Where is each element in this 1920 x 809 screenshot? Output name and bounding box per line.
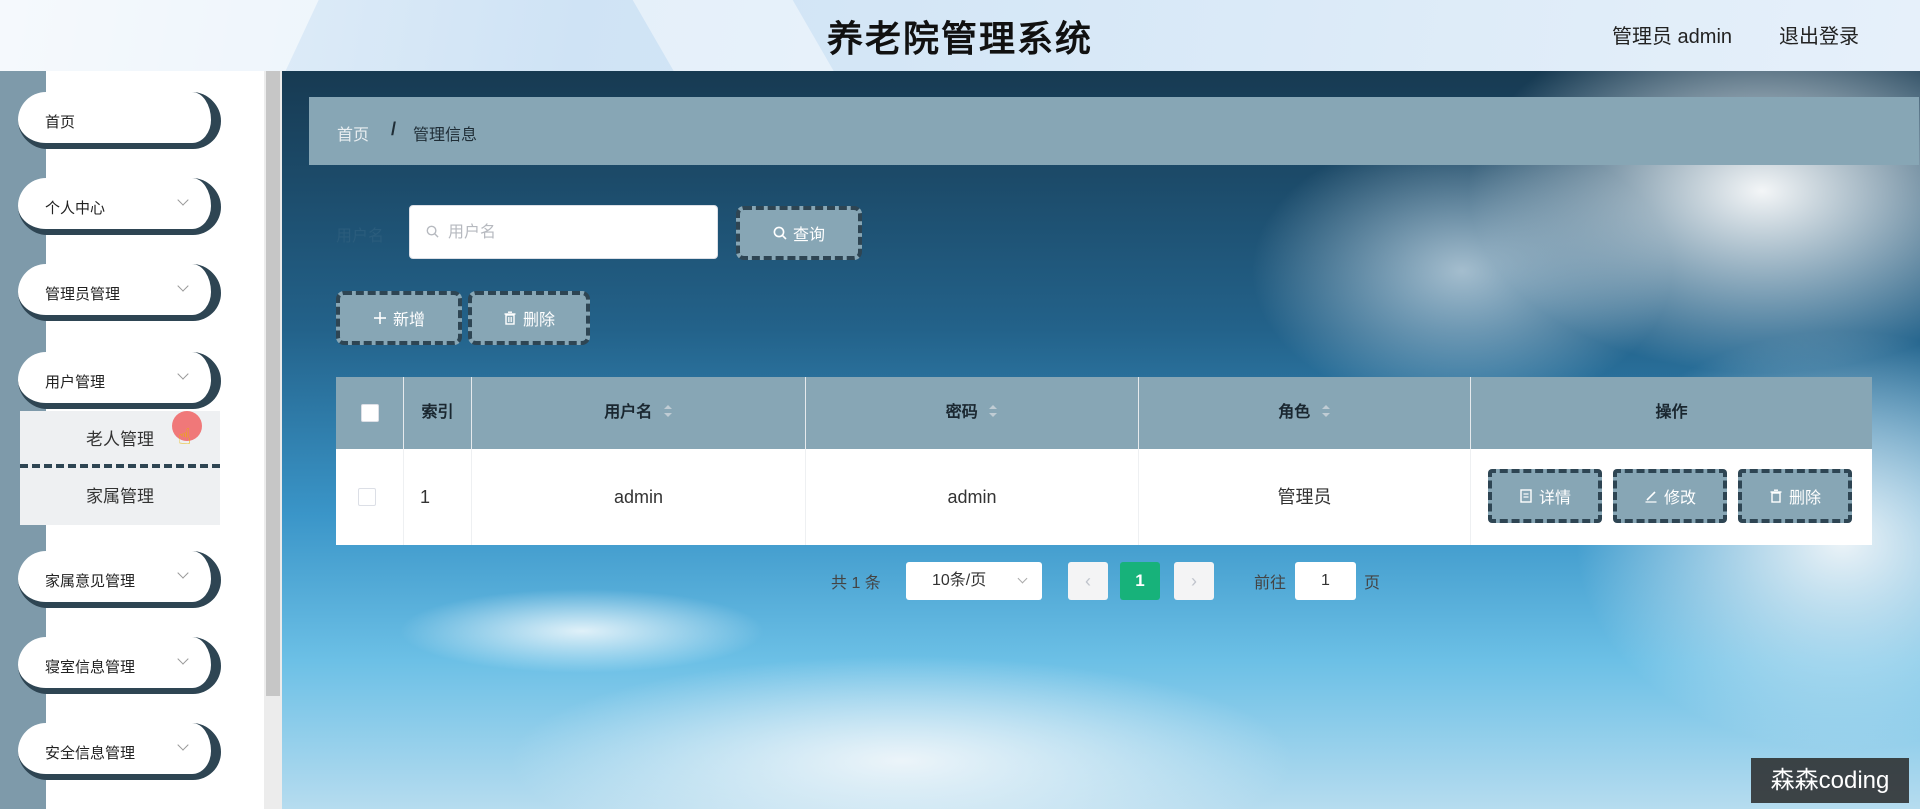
sidebar-item-label: 管理员管理 (45, 286, 121, 303)
pencil-icon (1645, 491, 1657, 503)
chevron-left-icon: ‹ (1085, 571, 1091, 591)
breadcrumb-current: 管理信息 (413, 127, 478, 144)
cell-index: 1 (404, 449, 472, 545)
sidebar-item-label: 寝室信息管理 (45, 659, 136, 676)
chevron-right-icon: › (1191, 571, 1197, 591)
main-content: 首页 / 管理信息 用户名 查询 新增 删除 (282, 71, 1920, 809)
sort-icon (989, 404, 998, 417)
document-icon (1520, 489, 1532, 503)
sidebar: 首页 个人中心 管理员管理 用户管理 老人管理 家属管理 家属意见管理 寝室信息… (0, 71, 264, 809)
column-header-password[interactable]: 密码 (806, 377, 1139, 449)
search-icon (773, 226, 787, 240)
delete-button-label: 删除 (522, 312, 555, 329)
cell-username: admin (472, 449, 806, 545)
chevron-down-icon (178, 194, 190, 206)
column-header-label: 角色 (1278, 404, 1311, 421)
submenu-item-family[interactable]: 家属管理 (20, 468, 220, 525)
prev-page-button[interactable]: ‹ (1068, 562, 1108, 600)
sidebar-item-admin[interactable]: 管理员管理 (18, 264, 220, 320)
query-button-label: 查询 (792, 227, 825, 244)
detail-button[interactable]: 详情 (1488, 469, 1602, 523)
pagination-total: 共 1 条 (831, 575, 881, 592)
cell-role: 管理员 (1139, 449, 1471, 545)
page-size-select[interactable]: 10条/页 (906, 562, 1042, 600)
sidebar-item-safety[interactable]: 安全信息管理 (18, 723, 220, 779)
watermark: 森森coding (1751, 758, 1909, 803)
chevron-down-icon (1017, 573, 1028, 584)
row-checkbox[interactable] (358, 488, 376, 506)
sidebar-item-label: 首页 (45, 114, 76, 131)
search-icon (426, 225, 439, 238)
sort-icon (663, 404, 672, 417)
column-header-role[interactable]: 角色 (1139, 377, 1471, 449)
breadcrumb: 首页 / 管理信息 (309, 97, 1919, 165)
goto-page-input[interactable]: 1 (1295, 562, 1356, 600)
chevron-down-icon (178, 653, 190, 665)
search-label: 用户名 (336, 228, 385, 245)
goto-label: 前往 (1254, 575, 1287, 592)
column-header-label: 用户名 (604, 404, 653, 421)
select-all-cell (336, 377, 404, 449)
detail-button-label: 详情 (1538, 490, 1571, 507)
chevron-down-icon (178, 567, 190, 579)
add-button[interactable]: 新增 (336, 291, 462, 345)
row-delete-button[interactable]: 删除 (1738, 469, 1852, 523)
sidebar-scrollbar[interactable] (264, 71, 282, 809)
row-select-cell (336, 449, 404, 545)
sidebar-item-label: 用户管理 (45, 374, 106, 391)
sidebar-item-feedback[interactable]: 家属意见管理 (18, 551, 220, 607)
cell-password: admin (806, 449, 1139, 545)
scrollbar-thumb[interactable] (266, 71, 280, 696)
trash-icon (504, 311, 516, 325)
edit-button[interactable]: 修改 (1613, 469, 1727, 523)
add-button-label: 新增 (392, 312, 425, 329)
chevron-down-icon (178, 368, 190, 380)
row-delete-button-label: 删除 (1788, 490, 1821, 507)
batch-delete-button[interactable]: 删除 (468, 291, 590, 345)
edit-button-label: 修改 (1663, 490, 1696, 507)
column-header-label: 密码 (945, 404, 978, 421)
logout-link[interactable]: 退出登录 (1779, 20, 1859, 49)
sidebar-item-label: 安全信息管理 (45, 745, 136, 762)
plus-icon (373, 312, 386, 324)
hand-cursor-icon: ☝ (178, 424, 192, 449)
sort-icon (1321, 404, 1330, 417)
chevron-down-icon (178, 739, 190, 751)
goto-page-suffix: 页 (1364, 575, 1381, 592)
page-size-value: 10条/页 (932, 572, 987, 589)
sidebar-item-profile[interactable]: 个人中心 (18, 178, 220, 234)
top-header: 养老院管理系统 管理员 admin 退出登录 (0, 0, 1920, 71)
data-table: 索引 用户名 密码 角色 操作 1 admin admin 管理员 详情 修改 … (336, 377, 1872, 545)
breadcrumb-home[interactable]: 首页 (337, 121, 369, 145)
next-page-button[interactable]: › (1174, 562, 1214, 600)
breadcrumb-separator: / (391, 119, 397, 139)
column-header-index: 索引 (404, 377, 472, 449)
column-header-actions: 操作 (1655, 404, 1688, 421)
query-button[interactable]: 查询 (736, 206, 862, 260)
sidebar-item-home[interactable]: 首页 (18, 92, 220, 148)
sidebar-item-label: 家属意见管理 (45, 573, 136, 590)
search-input[interactable] (448, 218, 708, 248)
column-header-username[interactable]: 用户名 (472, 377, 806, 449)
select-all-checkbox[interactable] (361, 404, 379, 422)
sidebar-item-label: 个人中心 (45, 200, 106, 217)
page-number-current[interactable]: 1 (1120, 562, 1160, 600)
table-header: 索引 用户名 密码 角色 操作 (336, 377, 1872, 449)
search-field[interactable] (409, 205, 718, 259)
chevron-down-icon (178, 280, 190, 292)
sidebar-item-dorm[interactable]: 寝室信息管理 (18, 637, 220, 693)
trash-icon (1770, 489, 1782, 503)
current-user-label: 管理员 admin (1612, 26, 1733, 48)
sidebar-item-users[interactable]: 用户管理 (18, 352, 220, 408)
